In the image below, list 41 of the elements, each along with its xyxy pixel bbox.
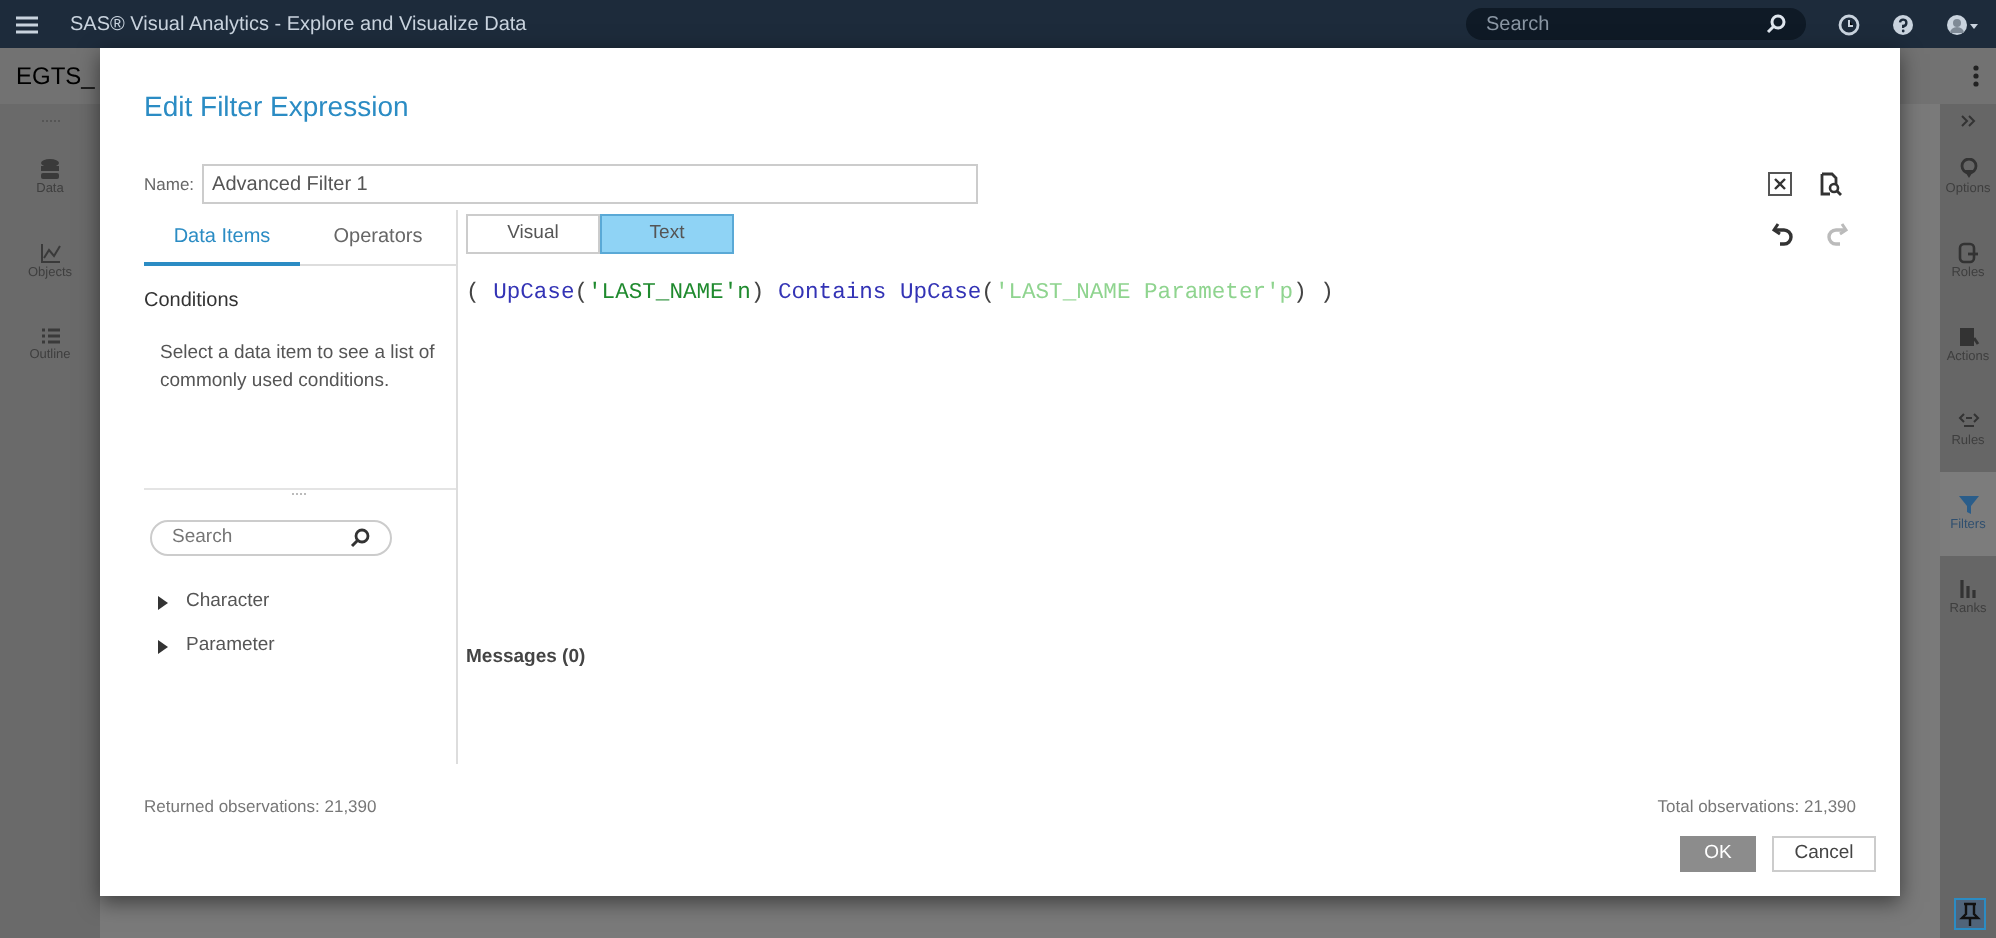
tree-item[interactable]: Character (144, 580, 456, 624)
name-label: Name: (144, 171, 195, 197)
filter-icon[interactable] (1957, 493, 1979, 516)
pin-icon[interactable] (1954, 898, 1986, 931)
mode-toggle[interactable]: Visual (466, 214, 600, 254)
menu-icon[interactable] (16, 15, 38, 33)
app-title: SAS® Visual Analytics - Explore and Visualize Data (70, 11, 527, 39)
history-icon[interactable] (1838, 13, 1860, 35)
more-icon[interactable] (1972, 64, 1980, 88)
messages-heading: Messages (0) (466, 643, 588, 672)
mode-toggle[interactable]: Text (600, 214, 734, 254)
search-icon (1766, 14, 1786, 34)
hint-text: Select a data item to see a list of commonly used conditions. (158, 340, 437, 396)
expand-icon[interactable] (1960, 113, 1976, 127)
line-chart-icon[interactable] (39, 241, 61, 264)
document-search-icon[interactable] (1820, 172, 1842, 196)
panel-tab[interactable]: Operators (300, 210, 456, 266)
report-title: EGTS_ (16, 60, 95, 94)
expander-icon[interactable] (156, 595, 170, 609)
avatar-icon[interactable] (1946, 13, 1980, 35)
dialog-button[interactable]: Cancel (1772, 835, 1876, 872)
section-heading: Conditions (144, 288, 241, 316)
expander-icon[interactable] (156, 639, 170, 653)
search-icon (350, 528, 370, 548)
returned-observations: Returned observations: 21,390 (144, 794, 377, 820)
code-rules-icon[interactable] (1957, 409, 1979, 432)
document-icon[interactable] (1957, 325, 1979, 348)
tree-item[interactable]: Parameter (144, 624, 456, 668)
expression-text[interactable]: ( UpCase('LAST_NAME'n) Contains UpCase('LAST_NAME Parameter'p) ) (466, 278, 1856, 310)
help-icon[interactable] (1892, 13, 1914, 35)
panel-tab[interactable]: Data Items (144, 210, 300, 266)
search-field[interactable]: Search (150, 520, 392, 556)
bar-chart-icon[interactable] (1957, 577, 1979, 600)
name-field[interactable]: Advanced Filter 1 (202, 164, 979, 204)
dialog-title: Edit Filter Expression (144, 88, 411, 124)
list-icon[interactable] (39, 326, 61, 347)
search-field[interactable]: Search (1466, 8, 1806, 40)
undo-icon[interactable] (1772, 222, 1794, 246)
total-observations: Total observations: 21,390 (1657, 794, 1856, 820)
splitter-handle-icon[interactable] (292, 490, 308, 498)
database-icon[interactable] (40, 157, 60, 180)
